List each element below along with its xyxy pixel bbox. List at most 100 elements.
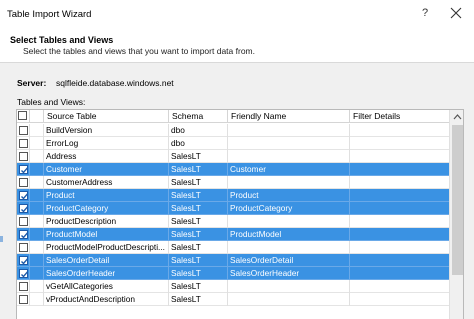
cell-schema: SalesLT (169, 280, 228, 293)
cell-filter-details[interactable] (350, 137, 449, 150)
cell-friendly-name[interactable] (228, 150, 350, 163)
cell-schema: SalesLT (169, 215, 228, 228)
close-icon[interactable] (446, 4, 466, 22)
row-checkbox[interactable] (19, 191, 29, 200)
row-checkbox[interactable] (19, 256, 29, 265)
cell-filter-details[interactable] (350, 241, 449, 254)
grid-header: Source Table Schema Friendly Name Filter… (17, 110, 449, 123)
cell-source-table: ProductModelProductDescripti... (44, 241, 169, 254)
row-checkbox[interactable] (19, 269, 29, 278)
page-title: Select Tables and Views (10, 35, 114, 45)
cell-filter-details[interactable] (350, 228, 449, 241)
checkbox-cell (17, 150, 30, 163)
table-row[interactable]: CustomerAddress SalesLT (17, 176, 449, 189)
cell-filter-details[interactable] (350, 215, 449, 228)
scroll-up-icon[interactable] (453, 113, 462, 120)
table-row[interactable]: Customer SalesLT Customer (17, 163, 449, 176)
column-header-schema[interactable]: Schema (169, 110, 228, 123)
cell-schema: SalesLT (169, 267, 228, 280)
row-checkbox[interactable] (19, 126, 28, 135)
row-checkbox[interactable] (19, 178, 28, 187)
column-header-friendly-name[interactable]: Friendly Name (228, 110, 350, 123)
cell-filter-details[interactable] (350, 267, 449, 280)
cell-filter-details[interactable] (350, 163, 449, 176)
cell-schema: SalesLT (169, 189, 228, 202)
cell-friendly-name[interactable] (228, 124, 350, 137)
cell-filter-details[interactable] (350, 189, 449, 202)
row-checkbox[interactable] (19, 139, 28, 148)
help-icon[interactable]: ? (418, 5, 432, 21)
row-checkbox[interactable] (19, 204, 29, 213)
checkbox-cell (17, 293, 30, 306)
checkbox-cell (17, 163, 30, 176)
row-checkbox[interactable] (19, 282, 28, 291)
checkbox-cell (17, 124, 30, 137)
cell-schema: SalesLT (169, 202, 228, 215)
cell-filter-details[interactable] (350, 293, 449, 306)
cell-source-table: BuildVersion (44, 124, 169, 137)
table-row[interactable]: ProductDescription SalesLT (17, 215, 449, 228)
cell-filter-details[interactable] (350, 150, 449, 163)
table-row[interactable]: SalesOrderHeader SalesLT SalesOrderHeader (17, 267, 449, 280)
cell-source-table: Customer (44, 163, 169, 176)
icon-column-header (30, 110, 44, 123)
checkbox-cell (17, 267, 30, 280)
table-row[interactable]: Product SalesLT Product (17, 189, 449, 202)
cell-friendly-name[interactable] (228, 176, 350, 189)
cell-source-table: ProductDescription (44, 215, 169, 228)
select-all-header[interactable] (17, 110, 30, 123)
row-checkbox[interactable] (19, 243, 28, 252)
cell-source-table: ErrorLog (44, 137, 169, 150)
checkbox-cell (17, 280, 30, 293)
table-row[interactable]: SalesOrderDetail SalesLT SalesOrderDetail (17, 254, 449, 267)
cell-friendly-name[interactable]: ProductModel (228, 228, 350, 241)
select-all-checkbox[interactable] (18, 111, 27, 120)
column-header-filter-details[interactable]: Filter Details (350, 110, 449, 123)
scroll-thumb[interactable] (452, 125, 463, 275)
server-name: sqlfleide.database.windows.net (56, 78, 174, 88)
cell-friendly-name[interactable]: ProductCategory (228, 202, 350, 215)
table-row[interactable]: ProductCategory SalesLT ProductCategory (17, 202, 449, 215)
cell-friendly-name[interactable] (228, 293, 350, 306)
cell-source-table: vProductAndDescription (44, 293, 169, 306)
table-row[interactable]: Address SalesLT (17, 150, 449, 163)
table-row[interactable]: BuildVersion dbo (17, 124, 449, 137)
window-title: Table Import Wizard (7, 9, 92, 20)
cell-filter-details[interactable] (350, 202, 449, 215)
cell-friendly-name[interactable] (228, 241, 350, 254)
cell-filter-details[interactable] (350, 254, 449, 267)
row-checkbox[interactable] (19, 230, 29, 239)
vertical-scrollbar[interactable] (449, 110, 463, 319)
cell-friendly-name[interactable] (228, 137, 350, 150)
column-header-source-table[interactable]: Source Table (44, 110, 169, 123)
cell-friendly-name[interactable]: SalesOrderDetail (228, 254, 350, 267)
cell-filter-details[interactable] (350, 124, 449, 137)
table-row[interactable]: ProductModel SalesLT ProductModel (17, 228, 449, 241)
cell-friendly-name[interactable]: SalesOrderHeader (228, 267, 350, 280)
table-row[interactable]: ProductModelProductDescripti... SalesLT (17, 241, 449, 254)
row-checkbox[interactable] (19, 165, 29, 174)
cell-friendly-name[interactable] (228, 215, 350, 228)
row-checkbox[interactable] (19, 217, 28, 226)
table-row[interactable]: vProductAndDescription SalesLT (17, 293, 449, 306)
icon-cell (30, 254, 44, 267)
icon-cell (30, 189, 44, 202)
cell-friendly-name[interactable]: Customer (228, 163, 350, 176)
icon-cell (30, 267, 44, 280)
cell-filter-details[interactable] (350, 176, 449, 189)
cell-filter-details[interactable] (350, 280, 449, 293)
cell-schema: dbo (169, 124, 228, 137)
checkbox-cell (17, 241, 30, 254)
server-label: Server: (17, 78, 47, 88)
title-bar: Table Import Wizard ? (0, 0, 474, 28)
table-row[interactable]: ErrorLog dbo (17, 137, 449, 150)
icon-cell (30, 137, 44, 150)
cell-source-table: SalesOrderHeader (44, 267, 169, 280)
checkbox-cell (17, 215, 30, 228)
tables-grid[interactable]: Source Table Schema Friendly Name Filter… (16, 109, 464, 319)
cell-friendly-name[interactable]: Product (228, 189, 350, 202)
row-checkbox[interactable] (19, 295, 28, 304)
table-row[interactable]: vGetAllCategories SalesLT (17, 280, 449, 293)
row-checkbox[interactable] (19, 152, 28, 161)
cell-friendly-name[interactable] (228, 280, 350, 293)
